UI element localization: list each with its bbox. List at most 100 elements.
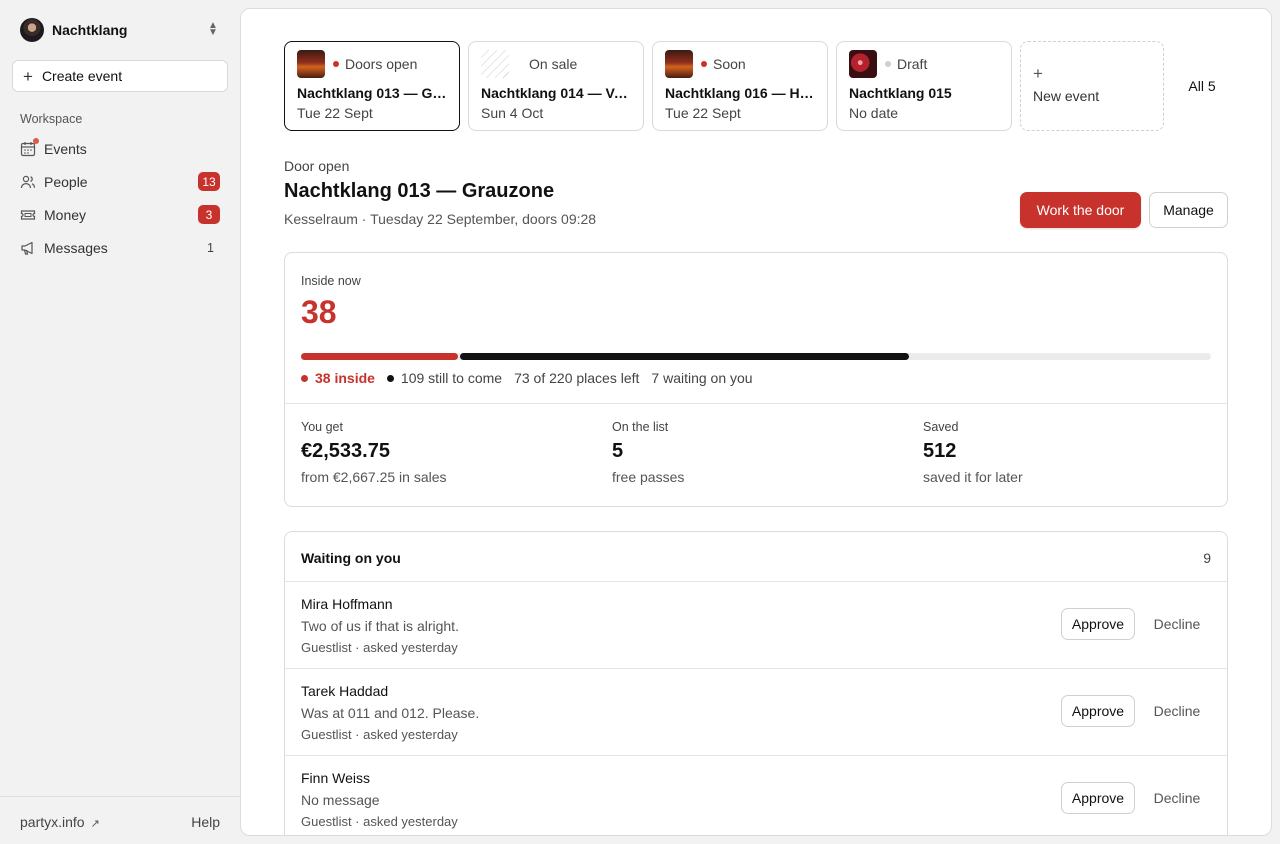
org-name: Nachtklang — [52, 22, 128, 38]
divider — [285, 403, 1227, 404]
event-switcher: Doors open Nachtklang 013 — Grauzone Tue… — [284, 41, 1232, 131]
event-thumbnail — [297, 50, 325, 78]
request-message: No message — [301, 792, 380, 808]
create-event-button[interactable]: + Create event — [12, 60, 228, 92]
event-card[interactable]: Soon Nachtklang 016 — Halle Tue 22 Sept — [652, 41, 828, 131]
metric-value: 512 — [923, 440, 957, 462]
metric-you-get: You get €2,533.75 from €2,667.25 in sale… — [301, 420, 601, 485]
inside-now-label: Inside now — [301, 274, 361, 288]
money-badge: 3 — [198, 205, 220, 224]
all-events-link[interactable]: All 5 — [1172, 41, 1232, 131]
partyx-link[interactable]: partyx.info ↗ — [20, 814, 100, 830]
event-card[interactable]: Draft Nachtklang 015 No date — [836, 41, 1012, 131]
metric-on-the-list: On the list 5 free passes — [612, 420, 912, 485]
approve-button[interactable]: Approve — [1061, 695, 1135, 727]
status-dot — [885, 61, 891, 67]
event-status-label: Doors open — [345, 56, 418, 72]
legend-to-come-label: 109 still to come — [400, 370, 503, 386]
waiting-count: 9 — [1203, 550, 1211, 566]
new-event-card[interactable]: + New event — [1020, 41, 1164, 131]
metric-value: €2,533.75 — [301, 440, 390, 462]
event-state-label: Door open — [284, 158, 350, 174]
event-card[interactable]: On sale Nachtklang 014 — Vollmond Sun 4 … — [468, 41, 644, 131]
partyx-link-label: partyx.info — [20, 814, 85, 830]
capacity-bar-to-come — [460, 353, 910, 360]
event-date: Tue 22 Sept — [665, 105, 741, 121]
event-date: Tue 22 Sept — [297, 105, 373, 121]
main-content: Doors open Nachtklang 013 — Grauzone Tue… — [240, 8, 1272, 836]
request-meta: Guestlist · asked yesterday — [301, 814, 458, 829]
people-icon — [20, 174, 36, 190]
notification-dot — [33, 137, 39, 144]
waiting-title: Waiting on you — [301, 550, 401, 566]
sidebar-item-label: Events — [44, 140, 87, 157]
event-status: Soon — [701, 56, 746, 72]
work-the-door-button[interactable]: Work the door — [1020, 192, 1141, 228]
list-item: Finn Weiss No message Guestlist · asked … — [285, 755, 1227, 835]
sidebar-item-label: Messages — [44, 239, 108, 256]
capacity-bar — [301, 353, 1211, 360]
sidebar-item-messages[interactable]: Messages 1 — [12, 231, 228, 264]
legend-to-come: 109 still to come — [386, 370, 503, 386]
legend-places-left: 73 of 220 places left — [514, 370, 640, 386]
event-status: Doors open — [333, 56, 417, 72]
capacity-bar-inside — [301, 353, 459, 360]
sidebar-nav: Events People 13 Money 3 Messages 1 — [12, 132, 228, 264]
metric-sub: free passes — [612, 469, 685, 485]
sidebar: Nachtklang ▲ ▼ + Create event Workspace E… — [0, 0, 240, 844]
sidebar-item-events[interactable]: Events — [12, 132, 228, 165]
metric-label: You get — [301, 420, 343, 434]
metric-label: On the list — [612, 420, 669, 434]
capacity-legend: 38 inside 109 still to come 73 of 220 pl… — [301, 370, 765, 386]
help-link[interactable]: Help — [191, 814, 220, 830]
red-dot-icon — [301, 374, 308, 382]
black-dot-icon — [386, 374, 394, 382]
status-dot — [701, 61, 707, 67]
legend-inside: 38 inside — [301, 370, 375, 386]
event-card[interactable]: Doors open Nachtklang 013 — Grauzone Tue… — [284, 41, 460, 131]
inside-now-value: 38 — [301, 294, 337, 330]
manage-button[interactable]: Manage — [1149, 192, 1228, 228]
metric-sub: saved it for later — [923, 469, 1023, 485]
metric-sub: from €2,667.25 in sales — [301, 469, 447, 485]
megaphone-icon — [20, 240, 36, 256]
event-title: Nachtklang 016 — Halle — [665, 85, 815, 101]
ticket-icon — [20, 207, 36, 223]
event-thumbnail — [665, 50, 693, 78]
sidebar-item-label: People — [44, 173, 88, 190]
legend-waiting: 7 waiting on you — [651, 370, 753, 386]
list-item: Mira Hoffmann Two of us if that is alrig… — [285, 581, 1227, 668]
decline-button[interactable]: Decline — [1147, 782, 1207, 814]
sidebar-item-people[interactable]: People 13 — [12, 165, 228, 198]
request-message: Was at 011 and 012. Please. — [301, 705, 480, 721]
event-title: Nachtklang 015 — [849, 85, 952, 101]
requester-name: Mira Hoffmann — [301, 596, 393, 612]
event-title: Nachtklang 013 — Grauzone — [297, 85, 447, 101]
requester-name: Finn Weiss — [301, 770, 370, 786]
event-status-label: On sale — [529, 56, 578, 72]
workspace-section-label: Workspace — [20, 112, 83, 126]
event-status: On sale — [529, 56, 577, 72]
approve-button[interactable]: Approve — [1061, 782, 1135, 814]
event-thumbnail — [849, 50, 877, 78]
org-switcher[interactable]: Nachtklang ▲ ▼ — [20, 18, 220, 42]
requester-name: Tarek Haddad — [301, 683, 389, 699]
plus-icon: + — [23, 66, 33, 86]
event-date: No date — [849, 105, 899, 121]
messages-count: 1 — [207, 240, 214, 255]
decline-button[interactable]: Decline — [1147, 695, 1207, 727]
approve-button[interactable]: Approve — [1061, 608, 1135, 640]
new-event-label: New event — [1033, 88, 1100, 104]
event-title: Nachtklang 014 — Vollmond — [481, 85, 631, 101]
waiting-panel: Waiting on you 9 Mira Hoffmann Two of us… — [284, 531, 1228, 835]
request-meta: Guestlist · asked yesterday — [301, 640, 458, 655]
request-message: Two of us if that is alright. — [301, 618, 459, 634]
attendance-panel: Inside now 38 38 inside 109 still to com… — [284, 252, 1228, 507]
people-badge: 13 — [198, 172, 220, 191]
decline-button[interactable]: Decline — [1147, 608, 1207, 640]
sidebar-item-money[interactable]: Money 3 — [12, 198, 228, 231]
external-link-icon: ↗ — [90, 818, 100, 830]
event-thumbnail-placeholder — [481, 50, 509, 78]
metric-value: 5 — [612, 440, 624, 462]
plus-icon: + — [1033, 64, 1043, 83]
